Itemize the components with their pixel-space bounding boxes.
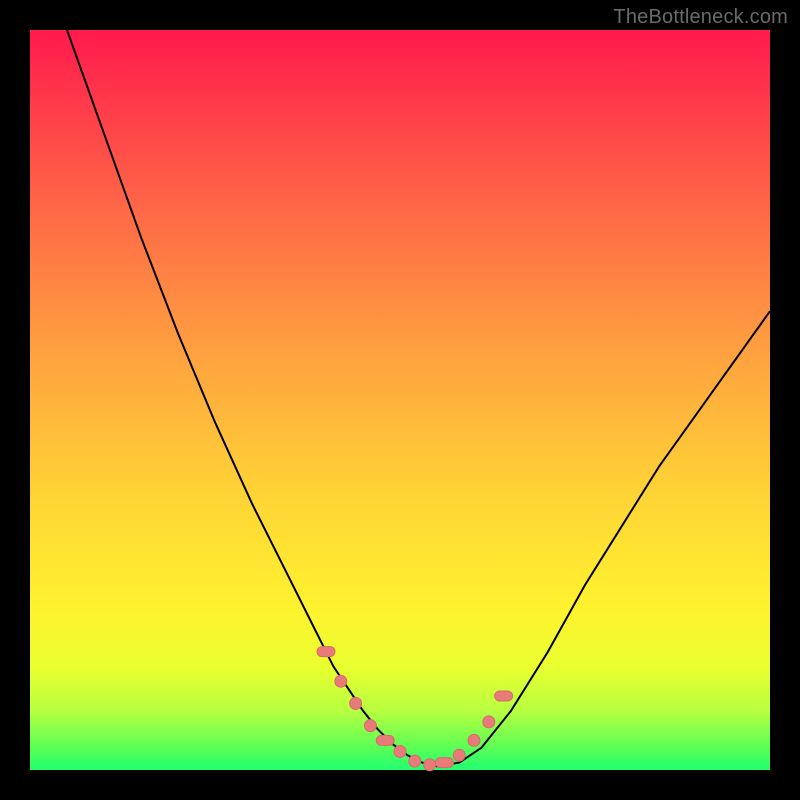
marker-dot — [424, 759, 436, 771]
curve-chart — [30, 30, 770, 770]
marker-dot — [394, 746, 406, 758]
marker-dot — [335, 675, 347, 687]
marker-dot — [453, 749, 465, 761]
bottleneck-curve — [67, 30, 770, 766]
marker-dot — [350, 697, 362, 709]
marker-pill — [495, 691, 513, 701]
marker-pill — [376, 735, 394, 745]
marker-pill — [317, 647, 335, 657]
marker-dot — [409, 755, 421, 767]
marker-dot — [483, 716, 495, 728]
marker-dot — [364, 720, 376, 732]
marker-dot — [468, 734, 480, 746]
marker-pill — [435, 758, 453, 768]
marker-group — [317, 647, 513, 771]
watermark-text: TheBottleneck.com — [613, 6, 788, 29]
